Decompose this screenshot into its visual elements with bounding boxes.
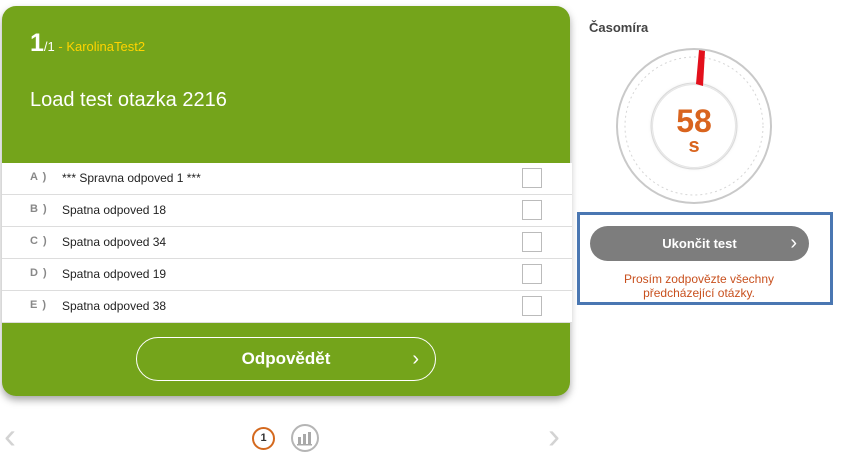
answer-checkbox[interactable] [522, 264, 542, 284]
answer-text: Spatna odpoved 34 [62, 235, 167, 249]
answer-option-e[interactable]: E ) Spatna odpoved 38 [2, 290, 572, 322]
timer-title: Časomíra [589, 20, 649, 35]
bar-chart-icon [297, 432, 312, 446]
chevron-right-icon: › [790, 232, 797, 254]
answer-checkbox[interactable] [522, 296, 542, 316]
answer-option-b[interactable]: B ) Spatna odpoved 18 [2, 194, 572, 226]
answer-list: A ) *** Spravna odpoved 1 *** B ) Spatna… [2, 163, 572, 323]
question-current: 1 [30, 29, 44, 57]
submit-answer-button[interactable]: Odpovědět › [136, 337, 436, 381]
submit-answer-label: Odpovědět [241, 349, 331, 368]
countdown-clock: 58 s [614, 46, 774, 206]
page-indicator[interactable]: 1 [252, 427, 275, 450]
answer-option-a[interactable]: A ) *** Spravna odpoved 1 *** [2, 163, 572, 194]
question-total: /1 [43, 39, 55, 54]
end-test-warning: Prosím zodpovězte všechny předcházející … [592, 272, 806, 300]
end-test-label: Ukončit test [662, 236, 737, 251]
end-test-warning-line1: Prosím zodpovězte všechny [623, 272, 775, 286]
timer-unit: s [688, 135, 700, 157]
answer-text: Spatna odpoved 19 [62, 267, 167, 281]
counter-separator: - [54, 39, 67, 54]
answer-letter: A ) [30, 171, 48, 183]
answer-checkbox[interactable] [522, 232, 542, 252]
answer-option-d[interactable]: D ) Spatna odpoved 19 [2, 258, 572, 290]
answer-text: *** Spravna odpoved 1 *** [62, 171, 201, 185]
answer-text: Spatna odpoved 18 [62, 203, 167, 217]
answer-letter: C ) [30, 235, 48, 247]
chevron-left-icon[interactable]: ‹ [4, 418, 16, 454]
chevron-right-icon[interactable]: › [548, 418, 560, 454]
stats-button[interactable] [291, 424, 319, 452]
question-card: 1/1 - KarolinaTest2 Load test otazka 221… [2, 6, 572, 396]
answer-checkbox[interactable] [522, 168, 542, 188]
test-name: KarolinaTest2 [66, 39, 146, 54]
answer-letter: E ) [30, 299, 48, 311]
answer-option-c[interactable]: C ) Spatna odpoved 34 [2, 226, 572, 258]
end-test-warning-line2: předcházející otázky. [643, 286, 755, 300]
answer-letter: B ) [30, 203, 48, 215]
end-test-button[interactable]: Ukončit test › [590, 226, 809, 261]
question-counter: 1/1 - KarolinaTest2 [30, 30, 145, 60]
answer-checkbox[interactable] [522, 200, 542, 220]
answer-text: Spatna odpoved 38 [62, 299, 167, 313]
question-text: Load test otazka 2216 [30, 89, 227, 111]
chevron-right-icon: › [412, 348, 419, 370]
answer-letter: D ) [30, 267, 48, 279]
timer-value: 58 [676, 103, 712, 139]
